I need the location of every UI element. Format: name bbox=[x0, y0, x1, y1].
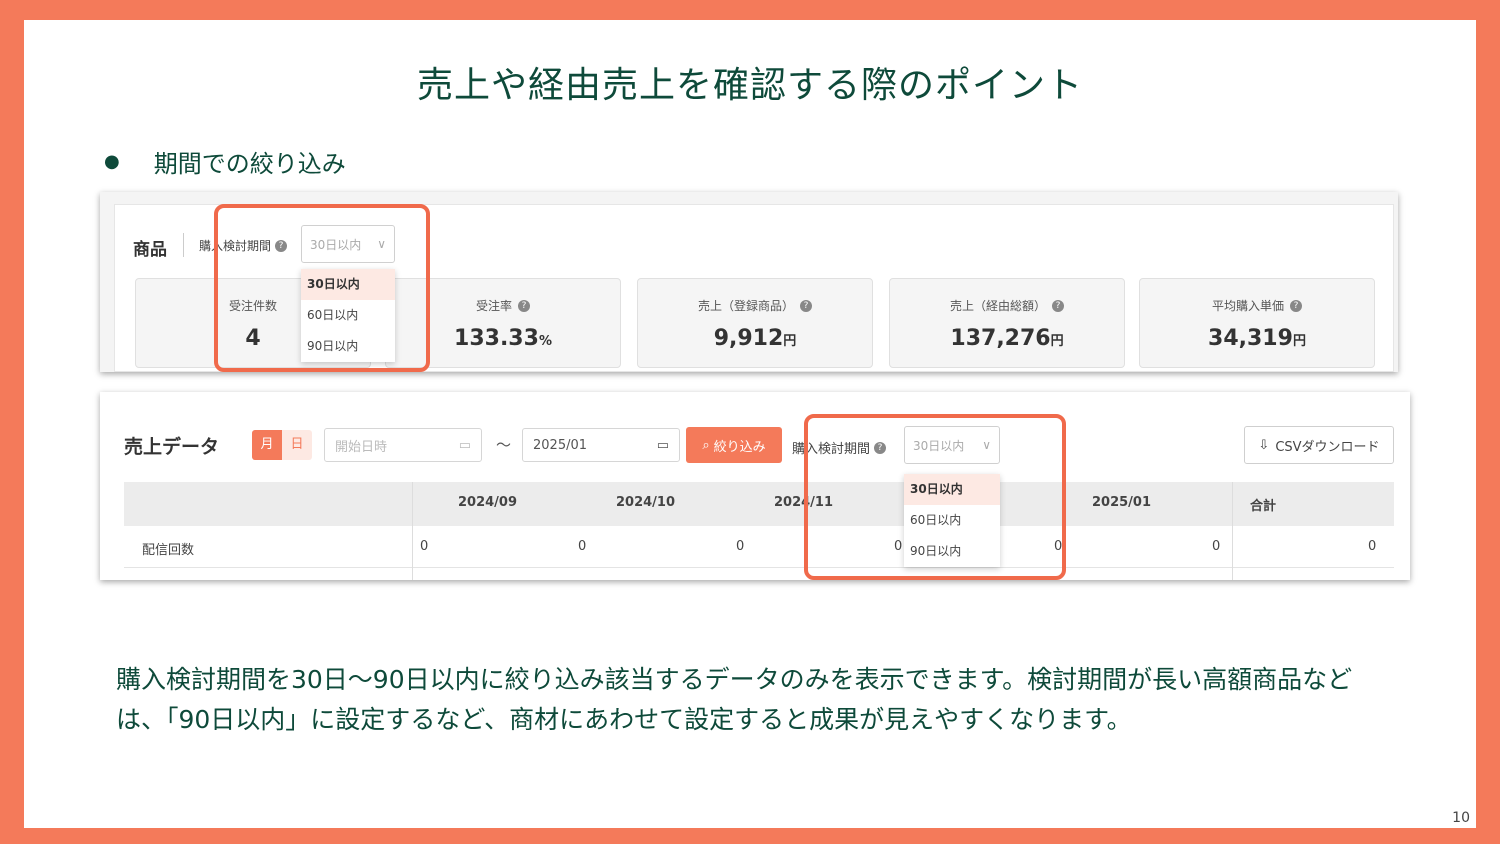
filter-button-label: 絞り込み bbox=[713, 439, 766, 455]
search-icon: ⌕ bbox=[702, 437, 710, 453]
product-summary-screenshot: 商品 購入検討期間 ? 受注件数 4 受注率? 133.33% 売上（登録商品）… bbox=[100, 192, 1398, 372]
end-date-value: 2025/01 bbox=[533, 437, 588, 453]
cloud-download-icon: ⇩ bbox=[1258, 437, 1270, 453]
csv-button-label: CSVダウンロード bbox=[1275, 439, 1380, 455]
divider bbox=[183, 233, 184, 257]
help-icon[interactable]: ? bbox=[1290, 299, 1302, 312]
page-number: 10 bbox=[1452, 810, 1470, 826]
card-avg-price: 平均購入単価? 34,319円 bbox=[1139, 278, 1375, 368]
row-label: 配信回数 bbox=[142, 543, 195, 558]
bullet-text: 期間での絞り込み bbox=[153, 150, 346, 178]
calendar-icon: ▭ bbox=[458, 437, 471, 453]
card-unit: 円 bbox=[1050, 334, 1064, 349]
table-cell: 0 bbox=[736, 539, 745, 554]
card-unit: % bbox=[538, 334, 552, 349]
table-cell: 0 bbox=[578, 539, 587, 554]
description-text: 購入検討期間を30日〜90日以内に絞り込み該当するデータのみを表示できます。検討… bbox=[116, 665, 1353, 734]
bullet-dot-icon: ● bbox=[104, 151, 120, 172]
card-unit: 円 bbox=[783, 334, 797, 349]
card-label: 売上（登録商品） bbox=[697, 299, 794, 313]
column-header: 2024/09 bbox=[458, 495, 518, 510]
column-divider bbox=[1232, 482, 1233, 580]
table-header: 2024/09 2024/10 2024/11 2025/01 合計 bbox=[124, 482, 1394, 526]
calendar-icon: ▭ bbox=[656, 437, 669, 453]
card-sales-total: 売上（経由総額）? 137,276円 bbox=[889, 278, 1125, 368]
card-unit: 円 bbox=[1292, 334, 1306, 349]
filter-button[interactable]: ⌕ 絞り込み bbox=[686, 427, 782, 463]
card-value: 137,276 bbox=[950, 326, 1051, 351]
start-date-placeholder: 開始日時 bbox=[335, 439, 388, 455]
sales-data-title: 売上データ bbox=[124, 436, 220, 458]
slide: 売上や経由売上を確認する際のポイント ● 期間での絞り込み 商品 購入検討期間 … bbox=[24, 20, 1476, 828]
range-separator: 〜 bbox=[496, 436, 512, 454]
sales-data-screenshot: 売上データ 月 日 開始日時 ▭ 〜 2025/01 ▭ ⌕ 絞り込み 購入検討… bbox=[100, 392, 1410, 580]
toggle-month[interactable]: 月 bbox=[252, 430, 282, 460]
column-header: 2024/10 bbox=[616, 495, 676, 510]
table-cell: 0 bbox=[1212, 539, 1221, 554]
card-label: 売上（経由総額） bbox=[949, 299, 1046, 313]
card-label: 受注率 bbox=[475, 299, 512, 313]
card-value: 9,912 bbox=[713, 326, 784, 351]
table-cell: 0 bbox=[420, 539, 429, 554]
card-sales-registered: 売上（登録商品）? 9,912円 bbox=[637, 278, 873, 368]
help-icon[interactable]: ? bbox=[1052, 299, 1064, 312]
card-value: 133.33 bbox=[454, 326, 539, 351]
highlight-box bbox=[214, 204, 430, 372]
column-header: 2025/01 bbox=[1092, 495, 1152, 510]
table-cell: 0 bbox=[1368, 539, 1377, 554]
card-label: 平均購入単価 bbox=[1211, 299, 1284, 313]
card-value: 34,319 bbox=[1208, 326, 1293, 351]
slide-title: 売上や経由売上を確認する際のポイント bbox=[416, 65, 1083, 106]
column-header: 合計 bbox=[1250, 499, 1277, 514]
bullet-item: ● 期間での絞り込み bbox=[104, 144, 346, 179]
table-row: 配信回数 0 0 0 0 0 0 0 bbox=[124, 526, 1394, 568]
help-icon[interactable]: ? bbox=[518, 299, 530, 312]
highlight-box bbox=[804, 414, 1066, 580]
start-date-input[interactable]: 開始日時 ▭ bbox=[324, 428, 482, 462]
end-date-input[interactable]: 2025/01 ▭ bbox=[522, 428, 680, 462]
toggle-day[interactable]: 日 bbox=[282, 430, 312, 460]
csv-download-button[interactable]: ⇩ CSVダウンロード bbox=[1244, 426, 1394, 464]
product-label: 商品 bbox=[133, 240, 167, 260]
column-divider bbox=[412, 482, 413, 580]
help-icon[interactable]: ? bbox=[800, 299, 812, 312]
